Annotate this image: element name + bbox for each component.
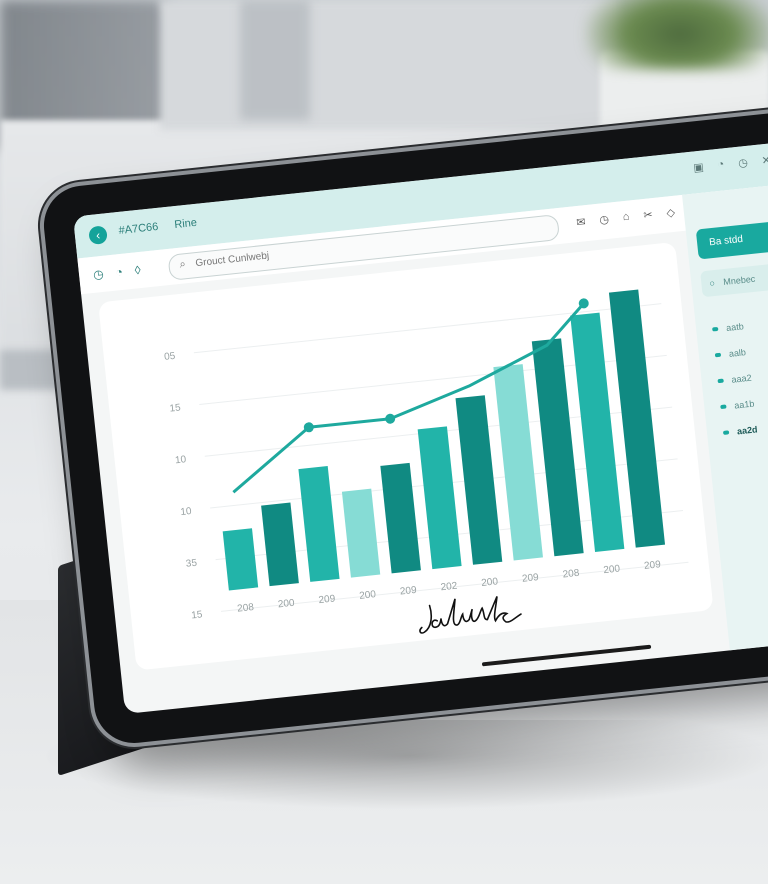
list-item-label: aalb bbox=[728, 347, 747, 359]
y-tick-label: 35 bbox=[185, 558, 198, 570]
list-item-label: aa2d bbox=[736, 424, 758, 437]
x-tick-label: 200 bbox=[359, 589, 377, 602]
background-wall bbox=[160, 0, 620, 130]
topbar-id: #A7C66 bbox=[118, 220, 159, 237]
search-icon: ⌕ bbox=[178, 258, 187, 271]
x-tick-label: 209 bbox=[644, 559, 662, 572]
chart-bar bbox=[222, 528, 259, 591]
x-tick-label: 200 bbox=[603, 563, 621, 576]
x-tick-label: 209 bbox=[318, 593, 336, 606]
y-tick-label: 10 bbox=[174, 454, 187, 466]
bookmark-icon[interactable]: ⌂ bbox=[622, 211, 630, 225]
bullet-icon bbox=[714, 352, 722, 358]
x-tick-label: 200 bbox=[481, 576, 499, 589]
panel-button-label: Ba stdd bbox=[708, 233, 744, 249]
bullet-icon bbox=[712, 326, 719, 332]
chart-bar bbox=[380, 462, 421, 574]
panel-filter[interactable]: ○ Mnebec ✕ bbox=[700, 262, 768, 298]
list-item-label: aatb bbox=[725, 321, 745, 334]
tag-icon[interactable]: ◇ bbox=[666, 206, 676, 220]
clock-icon[interactable]: ◷ bbox=[738, 156, 749, 170]
list-item[interactable]: aalb bbox=[714, 339, 751, 368]
clock-icon[interactable]: ◷ bbox=[92, 267, 104, 282]
mail-icon[interactable]: ✉ bbox=[576, 215, 586, 229]
chevron-down-icon: ⋮ bbox=[764, 230, 768, 243]
x-tick-label: 208 bbox=[562, 568, 580, 581]
chart-bar bbox=[493, 364, 543, 561]
x-tick-label: 208 bbox=[237, 602, 255, 615]
list-item[interactable]: aa2d bbox=[722, 416, 759, 445]
toolbar-right-icons: ✉ ◷ ⌂ ✂ ◇ bbox=[576, 206, 676, 229]
list-item-label: aa1b bbox=[733, 398, 755, 411]
y-tick-label: 10 bbox=[180, 506, 193, 518]
search-placeholder: Grouct Cunlwebj bbox=[194, 250, 270, 270]
plant-leaves bbox=[585, 0, 768, 70]
calendar-icon[interactable]: ▣ bbox=[693, 161, 705, 175]
toolbar-left-icons: ◷ ◔ ◊ bbox=[92, 263, 141, 282]
tablet: ‹ #A7C66 Rine ▣ ◔ ◷ ✕ ◷ ◔ ◊ ⌕ Grouct Cun… bbox=[40, 107, 768, 747]
panel-action-button[interactable]: Ba stdd ⋮ bbox=[695, 220, 768, 260]
topbar-name: Rine bbox=[173, 216, 198, 232]
bell-icon[interactable]: ◔ bbox=[717, 158, 725, 172]
tablet-screen: ‹ #A7C66 Rine ▣ ◔ ◷ ✕ ◷ ◔ ◊ ⌕ Grouct Cun… bbox=[72, 140, 768, 714]
chart-card: 05 15 10 10 35 15 208 200 209 200 209 202 200 209 208 2… bbox=[98, 241, 714, 671]
panel-list: aatb aalb aaa2 aa1b aa2d bbox=[711, 313, 759, 446]
list-item-label: aaa2 bbox=[731, 372, 753, 385]
bullet-icon bbox=[722, 430, 730, 435]
x-tick-label: 200 bbox=[277, 598, 295, 611]
chart-bar bbox=[417, 426, 462, 570]
background-post bbox=[240, 0, 310, 120]
panel-filter-label: Mnebec bbox=[722, 273, 756, 288]
y-tick-label: 05 bbox=[164, 351, 177, 363]
clock-icon[interactable]: ◷ bbox=[599, 213, 610, 227]
list-item[interactable]: aa1b bbox=[719, 391, 756, 420]
chart-bar bbox=[455, 395, 503, 565]
bullet-icon bbox=[720, 404, 727, 410]
x-tick-label: 209 bbox=[521, 572, 539, 585]
y-tick-label: 15 bbox=[191, 609, 204, 621]
y-tick-label: 15 bbox=[169, 402, 182, 414]
chart-bar bbox=[261, 502, 299, 587]
x-tick-label: 209 bbox=[399, 585, 417, 598]
close-icon[interactable]: ✕ bbox=[761, 153, 768, 167]
chart-bar bbox=[298, 466, 340, 582]
topbar-icons: ▣ ◔ ◷ ✕ bbox=[693, 153, 768, 174]
bar-chart: 05 15 10 10 35 15 208 200 209 200 209 202 200 209 208 2… bbox=[164, 289, 689, 621]
filter-icon: ○ bbox=[708, 277, 716, 289]
bell-icon[interactable]: ◔ bbox=[115, 265, 124, 280]
trend-point bbox=[385, 413, 396, 424]
back-button[interactable]: ‹ bbox=[88, 225, 108, 246]
chart-bar bbox=[341, 488, 381, 578]
pin-icon[interactable]: ◊ bbox=[134, 263, 141, 278]
chart-bar bbox=[531, 338, 584, 557]
list-item[interactable]: aatb bbox=[711, 313, 748, 342]
cut-icon[interactable]: ✂ bbox=[643, 208, 653, 222]
list-item[interactable]: aaa2 bbox=[716, 365, 753, 394]
x-tick-label: 202 bbox=[440, 581, 458, 594]
bullet-icon bbox=[717, 378, 724, 384]
